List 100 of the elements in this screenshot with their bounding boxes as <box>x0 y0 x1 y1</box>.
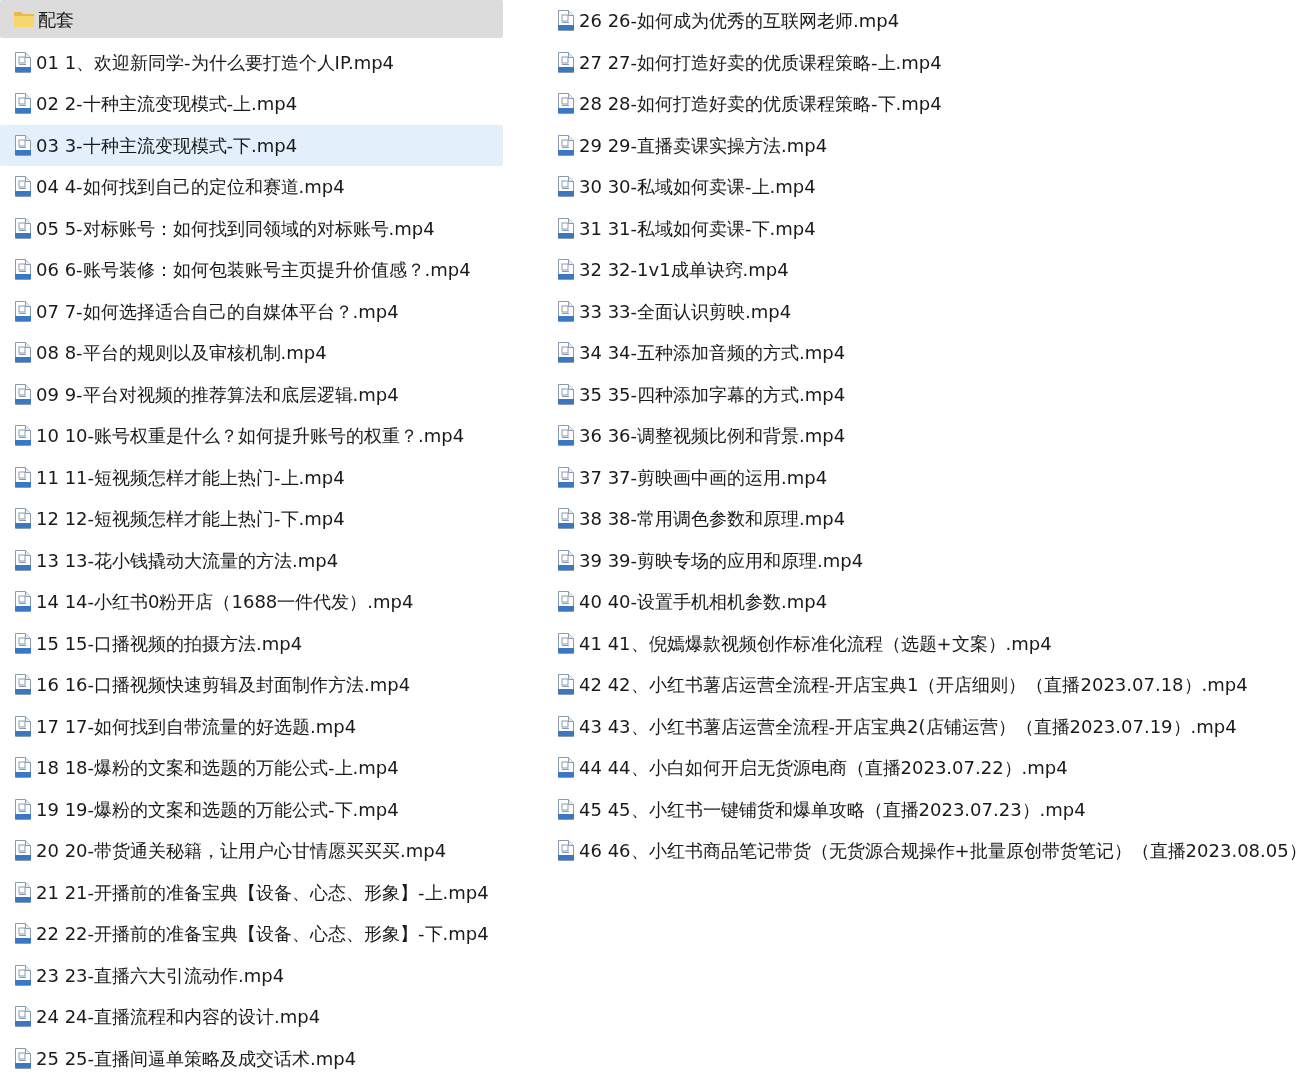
file-name: 14 14-小红书0粉开店（1688一件代发）.mp4 <box>36 590 414 615</box>
video-file-icon <box>557 757 575 779</box>
file-name: 15 15-口播视频的拍摄方法.mp4 <box>36 631 303 656</box>
file-name: 21 21-开播前的准备宝典【设备、心态、形象】-上.mp4 <box>36 880 489 905</box>
video-file-icon <box>557 674 575 696</box>
file-row[interactable]: 11 11-短视频怎样才能上热门-上.mp4 <box>0 456 503 498</box>
video-file-icon <box>557 632 575 654</box>
file-row[interactable]: 36 36-调整视频比例和背景.mp4 <box>553 415 1296 457</box>
file-row[interactable]: 45 45、小红书一键铺货和爆单攻略（直播2023.07.23）.mp4 <box>553 788 1296 830</box>
video-file-icon <box>557 798 575 820</box>
file-row[interactable]: 06 6-账号装修：如何包装账号主页提升价值感？.mp4 <box>0 249 503 291</box>
video-file-icon <box>557 342 575 364</box>
folder-row[interactable]: 配套 <box>0 0 503 38</box>
video-file-icon <box>557 217 575 239</box>
file-row[interactable]: 09 9-平台对视频的推荐算法和底层逻辑.mp4 <box>0 373 503 415</box>
file-row[interactable]: 13 13-花小钱撬动大流量的方法.mp4 <box>0 539 503 581</box>
file-row[interactable]: 35 35-四种添加字幕的方式.mp4 <box>553 373 1296 415</box>
file-name: 13 13-花小钱撬动大流量的方法.mp4 <box>36 548 339 573</box>
file-row[interactable]: 33 33-全面认识剪映.mp4 <box>553 290 1296 332</box>
file-name: 36 36-调整视频比例和背景.mp4 <box>579 424 846 449</box>
file-row[interactable]: 29 29-直播卖课实操方法.mp4 <box>553 124 1296 166</box>
video-file-icon <box>557 715 575 737</box>
video-file-icon <box>14 632 32 654</box>
file-row[interactable]: 26 26-如何成为优秀的互联网老师.mp4 <box>553 0 1296 42</box>
file-row[interactable]: 41 41、倪嫣爆款视频创作标准化流程（选题+文案）.mp4 <box>553 622 1296 664</box>
file-row[interactable]: 43 43、小红书薯店运营全流程-开店宝典2(店铺运营）（直播2023.07.19）.mp4 <box>553 705 1296 747</box>
file-row[interactable]: 46 46、小红书商品笔记带货（无货源合规操作+批量原创带货笔记）（直播2023.08.05） <box>553 830 1296 872</box>
file-row[interactable]: 24 24-直播流程和内容的设计.mp4 <box>0 996 503 1038</box>
video-file-icon <box>14 425 32 447</box>
file-row[interactable]: 37 37-剪映画中画的运用.mp4 <box>553 456 1296 498</box>
file-row[interactable]: 23 23-直播六大引流动作.mp4 <box>0 954 503 996</box>
file-name: 20 20-带货通关秘籍，让用户心甘情愿买买买.mp4 <box>36 839 447 864</box>
file-row[interactable]: 12 12-短视频怎样才能上热门-下.mp4 <box>0 498 503 540</box>
file-row[interactable]: 03 3-十种主流变现模式-下.mp4 <box>0 124 503 166</box>
file-name: 01 1、欢迎新同学-为什么要打造个人IP.mp4 <box>36 50 395 75</box>
file-name: 17 17-如何找到自带流量的好选题.mp4 <box>36 714 357 739</box>
video-file-icon <box>14 466 32 488</box>
file-name: 34 34-五种添加音频的方式.mp4 <box>579 341 846 366</box>
file-row[interactable]: 27 27-如何打造好卖的优质课程策略-上.mp4 <box>553 41 1296 83</box>
file-name: 25 25-直播间逼单策略及成交话术.mp4 <box>36 1046 357 1071</box>
file-row[interactable]: 15 15-口播视频的拍摄方法.mp4 <box>0 622 503 664</box>
file-row[interactable]: 21 21-开播前的准备宝典【设备、心态、形象】-上.mp4 <box>0 871 503 913</box>
folder-name: 配套 <box>38 7 74 32</box>
video-file-icon <box>557 383 575 405</box>
file-name: 04 4-如何找到自己的定位和赛道.mp4 <box>36 175 345 200</box>
video-file-icon <box>557 93 575 115</box>
file-row[interactable]: 02 2-十种主流变现模式-上.mp4 <box>0 83 503 125</box>
file-row[interactable]: 44 44、小白如何开启无货源电商（直播2023.07.22）.mp4 <box>553 747 1296 789</box>
video-file-icon <box>557 591 575 613</box>
file-name: 27 27-如何打造好卖的优质课程策略-上.mp4 <box>579 50 942 75</box>
file-name: 05 5-对标账号：如何找到同领域的对标账号.mp4 <box>36 216 435 241</box>
video-file-icon <box>557 466 575 488</box>
file-name: 45 45、小红书一键铺货和爆单攻略（直播2023.07.23）.mp4 <box>579 797 1086 822</box>
file-row[interactable]: 19 19-爆粉的文案和选题的万能公式-下.mp4 <box>0 788 503 830</box>
video-file-icon <box>14 508 32 530</box>
file-row[interactable]: 07 7-如何选择适合自己的自媒体平台？.mp4 <box>0 290 503 332</box>
file-name: 24 24-直播流程和内容的设计.mp4 <box>36 1005 321 1030</box>
video-file-icon <box>14 923 32 945</box>
video-file-icon <box>557 51 575 73</box>
file-row[interactable]: 08 8-平台的规则以及审核机制.mp4 <box>0 332 503 374</box>
file-row[interactable]: 10 10-账号权重是什么？如何提升账号的权重？.mp4 <box>0 415 503 457</box>
video-file-icon <box>14 93 32 115</box>
file-row[interactable]: 42 42、小红书薯店运营全流程-开店宝典1（开店细则）（直播2023.07.18）.mp4 <box>553 664 1296 706</box>
file-row[interactable]: 20 20-带货通关秘籍，让用户心甘情愿买买买.mp4 <box>0 830 503 872</box>
file-row[interactable]: 39 39-剪映专场的应用和原理.mp4 <box>553 539 1296 581</box>
file-row[interactable]: 22 22-开播前的准备宝典【设备、心态、形象】-下.mp4 <box>0 913 503 955</box>
file-row[interactable]: 34 34-五种添加音频的方式.mp4 <box>553 332 1296 374</box>
file-name: 16 16-口播视频快速剪辑及封面制作方法.mp4 <box>36 673 411 698</box>
file-row[interactable]: 32 32-1v1成单诀窍.mp4 <box>553 249 1296 291</box>
video-file-icon <box>557 176 575 198</box>
file-row[interactable]: 01 1、欢迎新同学-为什么要打造个人IP.mp4 <box>0 41 503 83</box>
file-name: 28 28-如何打造好卖的优质课程策略-下.mp4 <box>579 92 942 117</box>
file-name: 37 37-剪映画中画的运用.mp4 <box>579 465 828 490</box>
file-row[interactable]: 40 40-设置手机相机参数.mp4 <box>553 581 1296 623</box>
folder-icon <box>14 11 34 27</box>
file-row[interactable]: 17 17-如何找到自带流量的好选题.mp4 <box>0 705 503 747</box>
file-row[interactable]: 14 14-小红书0粉开店（1688一件代发）.mp4 <box>0 581 503 623</box>
file-name: 06 6-账号装修：如何包装账号主页提升价值感？.mp4 <box>36 258 471 283</box>
video-file-icon <box>14 715 32 737</box>
file-name: 19 19-爆粉的文案和选题的万能公式-下.mp4 <box>36 797 399 822</box>
video-file-icon <box>557 508 575 530</box>
video-file-icon <box>14 217 32 239</box>
file-row[interactable]: 04 4-如何找到自己的定位和赛道.mp4 <box>0 166 503 208</box>
file-row[interactable]: 28 28-如何打造好卖的优质课程策略-下.mp4 <box>553 83 1296 125</box>
file-name: 43 43、小红书薯店运营全流程-开店宝典2(店铺运营）（直播2023.07.19）.mp4 <box>579 714 1237 739</box>
video-file-icon <box>14 259 32 281</box>
file-row[interactable]: 38 38-常用调色参数和原理.mp4 <box>553 498 1296 540</box>
file-name: 12 12-短视频怎样才能上热门-下.mp4 <box>36 507 345 532</box>
file-row[interactable]: 31 31-私域如何卖课-下.mp4 <box>553 207 1296 249</box>
file-row[interactable]: 25 25-直播间逼单策略及成交话术.mp4 <box>0 1037 503 1079</box>
file-row[interactable]: 16 16-口播视频快速剪辑及封面制作方法.mp4 <box>0 664 503 706</box>
video-file-icon <box>557 300 575 322</box>
file-row[interactable]: 18 18-爆粉的文案和选题的万能公式-上.mp4 <box>0 747 503 789</box>
file-name: 38 38-常用调色参数和原理.mp4 <box>579 507 846 532</box>
video-file-icon <box>14 1047 32 1069</box>
video-file-icon <box>14 51 32 73</box>
video-file-icon <box>14 383 32 405</box>
file-row[interactable]: 05 5-对标账号：如何找到同领域的对标账号.mp4 <box>0 207 503 249</box>
file-row[interactable]: 30 30-私域如何卖课-上.mp4 <box>553 166 1296 208</box>
video-file-icon <box>14 549 32 571</box>
